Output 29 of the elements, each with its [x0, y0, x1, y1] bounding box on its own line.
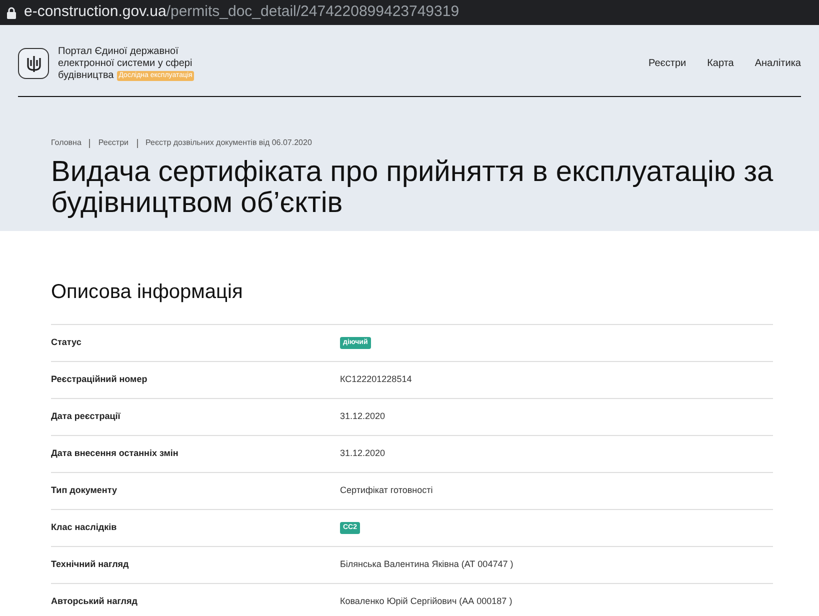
field-value: 31.12.2020 [340, 410, 386, 424]
field-label: Реєстраційний номер [51, 373, 148, 386]
portal-name[interactable]: Портал Єдиної державної [58, 46, 178, 58]
field-label: Авторський нагляд [51, 595, 138, 608]
field-label: Дата внесення останніх змін [51, 447, 180, 460]
field-label: Статус [51, 336, 82, 350]
field-label: Технічний нагляд [51, 558, 130, 572]
field-label: Дата реєстрації [51, 410, 122, 424]
lock-icon [7, 6, 16, 18]
portal-name[interactable]: електронної системи у сфері [58, 58, 192, 70]
field-value: 31.12.2020 [340, 447, 386, 460]
nav-link[interactable]: Аналітика [754, 56, 801, 71]
field-value: Коваленко Юрій Сергійович (АА 000187 ) [340, 595, 512, 608]
field-label: Тип документу [51, 484, 118, 498]
trident-logo-icon[interactable] [18, 48, 49, 79]
breadcrumb-link[interactable]: Головна [51, 137, 82, 149]
nav-link[interactable]: Карта [707, 56, 734, 71]
breadcrumb-link[interactable]: Реєстр дозвільних документів від 06.07.2020 [146, 137, 312, 149]
field-value: Сертифікат готовності [340, 484, 433, 498]
breadcrumb-link[interactable]: Реєстри [98, 137, 129, 149]
section-title: Описова інформація [51, 277, 773, 325]
page-title: Видача сертифіката про прийняття в експлуатацію за будівництвом об’єктів [51, 157, 774, 219]
nav-link[interactable]: Реєстри [648, 56, 686, 71]
portal-name[interactable]: будівництва [58, 70, 114, 82]
field-label: Клас наслідків [51, 521, 118, 534]
field-value: Білянська Валентина Яківна (АТ 004747 ) [340, 558, 514, 572]
address-bar[interactable]: e-construction.gov.ua/permits_doc_detail/2474220899423749319 [0, 0, 819, 25]
field-value: КС122201228514 [340, 373, 412, 386]
url-text: e-construction.gov.ua/permits_doc_detail/2474220899423749319 [24, 2, 460, 22]
